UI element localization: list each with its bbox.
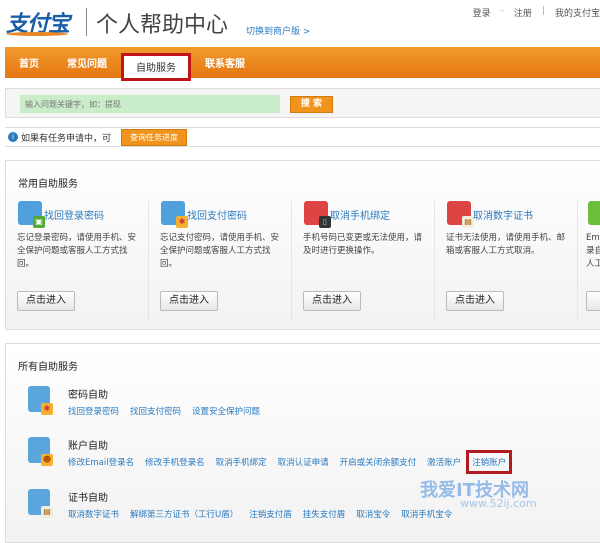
- card-title-link[interactable]: 找回支付密码: [187, 207, 247, 222]
- separator: -: [500, 6, 504, 16]
- card-desc: 忘记登录密码，请使用手机、安全保护问题或客服人工方式找回。: [17, 233, 137, 269]
- service-link[interactable]: 注销支付盾: [249, 508, 292, 520]
- header-divider: [86, 8, 87, 36]
- card-desc: 手机号码已变更或无法使用，请及时进行更换操作。: [303, 233, 423, 256]
- enter-button[interactable]: 点击进入: [160, 291, 218, 311]
- service-link[interactable]: 取消认证申请: [278, 456, 329, 468]
- nav-self-service[interactable]: 自助服务: [121, 52, 191, 81]
- search-input[interactable]: [20, 95, 280, 113]
- query-progress-button[interactable]: 查询任务进度: [121, 128, 188, 146]
- login-link[interactable]: 登录: [473, 6, 491, 19]
- switch-merchant-link[interactable]: 切换到商户版 >: [246, 24, 310, 37]
- nav-contact[interactable]: 联系客服: [191, 47, 259, 78]
- section-title: 常用自助服务: [18, 179, 78, 190]
- password-key-icon: ✱: [28, 386, 53, 415]
- cancel-phone-icon: ▯: [304, 201, 331, 228]
- lock-refresh-icon: ▣: [18, 201, 45, 228]
- section-title: 所有自助服务: [18, 362, 78, 373]
- card-title-link[interactable]: 取消数字证书: [473, 207, 533, 222]
- all-services-panel: 所有自助服务 ✱ 密码自助 找回登录密码 找回支付密码 设置安全保护问题 ☻ 账…: [5, 343, 600, 543]
- logo-swoosh: [6, 32, 68, 36]
- service-link[interactable]: 取消手机绑定: [216, 456, 267, 468]
- card-title-link[interactable]: 取消手机绑定: [330, 207, 390, 222]
- service-card: Ema 录自 人工 点: [578, 201, 600, 321]
- nav-home[interactable]: 首页: [5, 47, 53, 78]
- search-button[interactable]: 搜 索: [290, 96, 333, 113]
- card-desc: 忘记支付密码，请使用手机、安全保护问题或客服人工方式找回。: [160, 233, 280, 269]
- service-card: ▯ 取消手机绑定 手机号码已变更或无法使用，请及时进行更换操作。 点击进入: [292, 201, 435, 321]
- service-link[interactable]: 取消手机宝令: [401, 508, 452, 520]
- service-link[interactable]: 取消数字证书: [68, 508, 119, 520]
- common-services-panel: 常用自助服务 ▣ 找回登录密码 忘记登录密码，请使用手机、安全保护问题或客服人工…: [5, 160, 600, 330]
- enter-button[interactable]: 点击进入: [303, 291, 361, 311]
- service-link[interactable]: 解绑第三方证书（工行U盾）: [130, 508, 238, 520]
- service-card: ▤ 取消数字证书 证书无法使用，请使用手机、邮箱或客服人工方式取消。 点击进入: [435, 201, 578, 321]
- service-link[interactable]: 修改Email登录名: [68, 456, 134, 468]
- card-title-link[interactable]: 找回登录密码: [44, 207, 104, 222]
- alipay-logo[interactable]: 支付宝: [6, 6, 70, 38]
- enter-button[interactable]: 点: [586, 291, 600, 311]
- card-desc: Ema 录自 人工: [586, 233, 600, 269]
- separator: |: [541, 6, 545, 16]
- group-title: 证书自助: [68, 493, 108, 504]
- group-title: 账户自助: [68, 441, 108, 452]
- watermark-url: www.52ij.com: [460, 497, 537, 510]
- key-refresh-icon: ✱: [161, 201, 188, 228]
- service-link[interactable]: 激活账户: [427, 456, 461, 468]
- top-links: 登录 - 注册 | 我的支付宝: [473, 6, 600, 19]
- card-desc: 证书无法使用，请使用手机、邮箱或客服人工方式取消。: [446, 233, 566, 256]
- certificate-key-icon: ▤: [28, 489, 53, 518]
- email-icon: [588, 201, 600, 225]
- service-link[interactable]: 找回登录密码: [68, 405, 119, 417]
- group-title: 密码自助: [68, 390, 108, 401]
- enter-button[interactable]: 点击进入: [17, 291, 75, 311]
- main-nav: 首页 常见问题 自助服务 联系客服: [5, 47, 600, 81]
- register-link[interactable]: 注册: [514, 6, 532, 19]
- task-info-bar: i 如果有任务申请中，可 查询任务进度: [5, 127, 600, 147]
- service-card: ▣ 找回登录密码 忘记登录密码，请使用手机、安全保护问题或客服人工方式找回。 点…: [6, 201, 149, 321]
- page-title: 个人帮助中心: [96, 13, 229, 38]
- account-key-icon: ☻: [28, 437, 53, 466]
- info-text: 如果有任务申请中，可: [21, 133, 112, 144]
- cancel-account-link[interactable]: 注销账户: [466, 450, 513, 474]
- service-link[interactable]: 取消宝令: [356, 508, 390, 520]
- cancel-certificate-icon: ▤: [447, 201, 474, 228]
- service-card: ✱ 找回支付密码 忘记支付密码，请使用手机、安全保护问题或客服人工方式找回。 点…: [149, 201, 292, 321]
- service-link[interactable]: 挂失支付盾: [303, 508, 346, 520]
- nav-faq[interactable]: 常见问题: [53, 47, 121, 78]
- info-icon: i: [8, 132, 18, 142]
- service-link[interactable]: 开启或关闭余额支付: [340, 456, 417, 468]
- enter-button[interactable]: 点击进入: [446, 291, 504, 311]
- my-alipay-link[interactable]: 我的支付宝: [555, 6, 600, 19]
- service-link[interactable]: 修改手机登录名: [145, 456, 205, 468]
- service-link[interactable]: 找回支付密码: [130, 405, 181, 417]
- service-link[interactable]: 设置安全保护问题: [192, 405, 260, 417]
